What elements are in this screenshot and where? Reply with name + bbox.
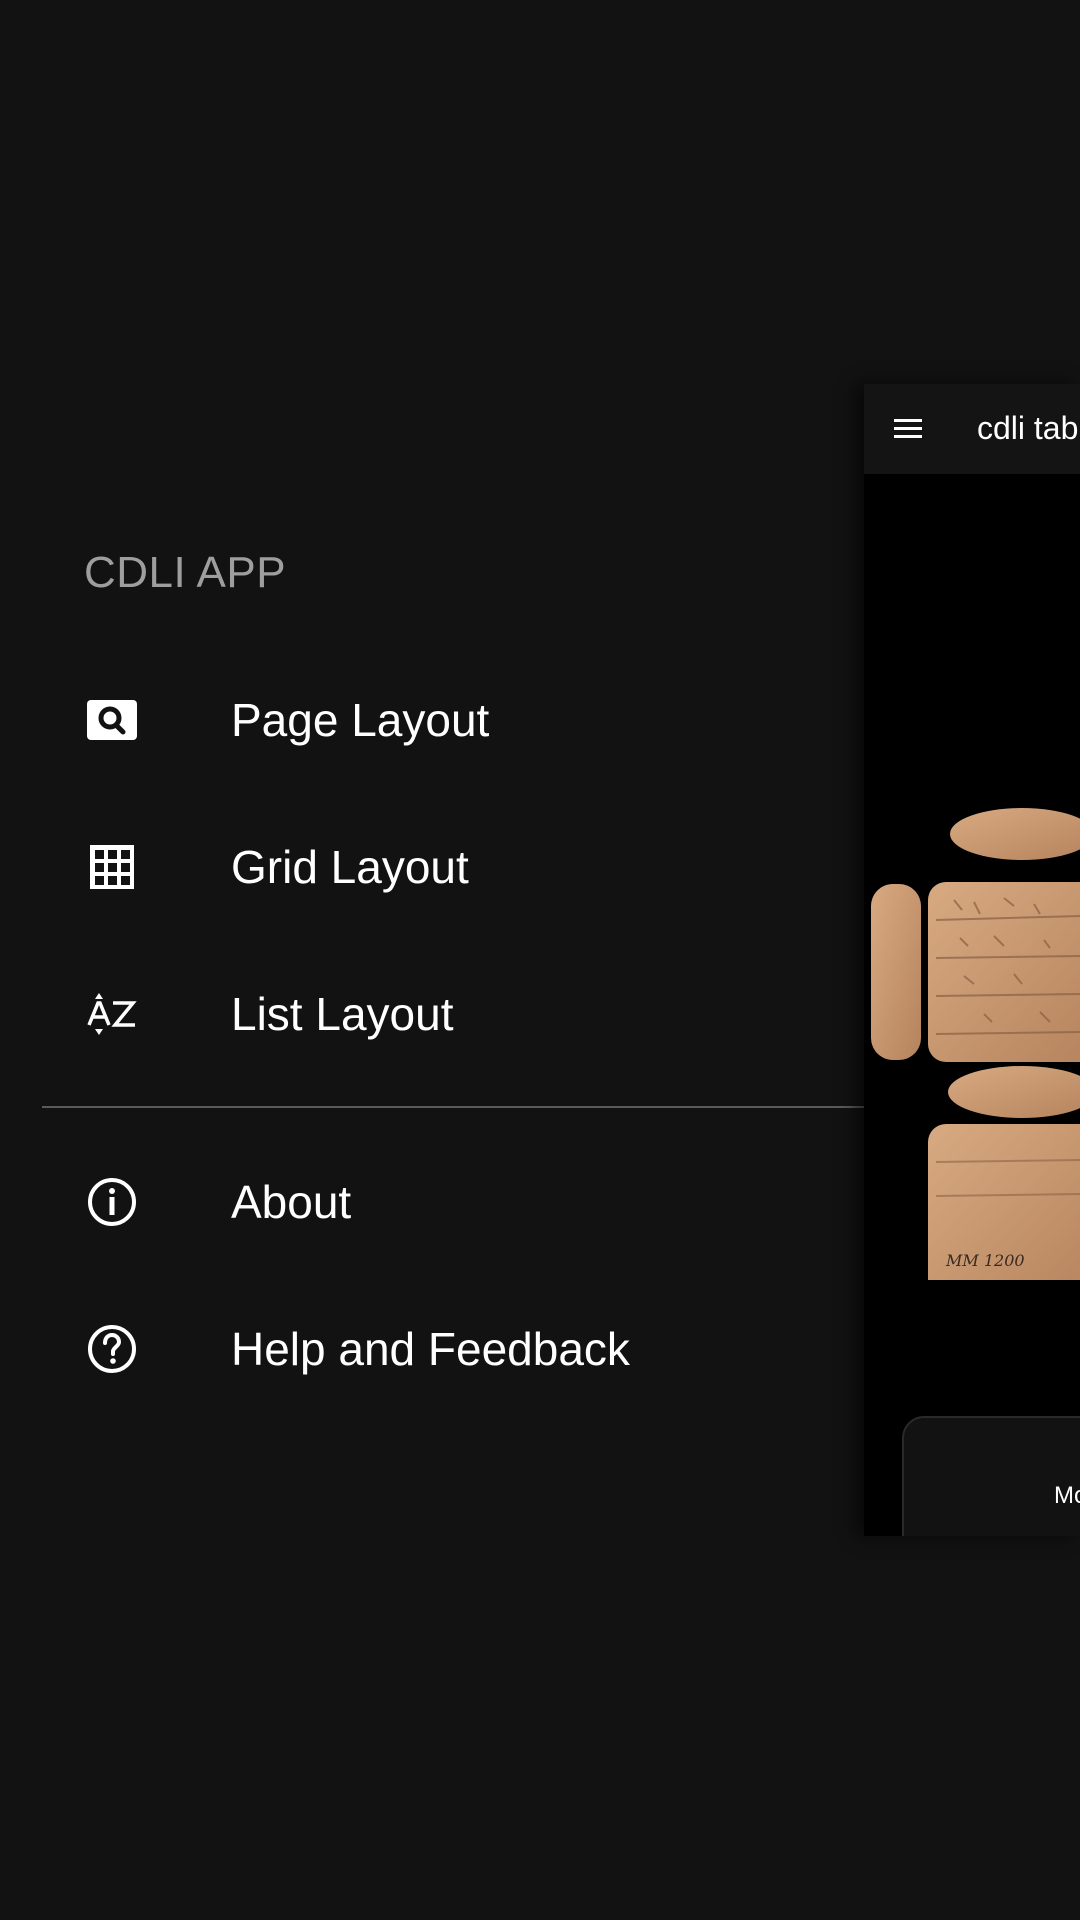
info-icon (84, 1174, 140, 1230)
cuneiform-tablet-image: MM 1200 (871, 808, 1080, 1280)
drawer-divider (42, 1106, 864, 1108)
drawer-item-page-layout[interactable]: Page Layout (0, 660, 864, 780)
app-bar-title: cdli tab (977, 410, 1079, 446)
help-icon (84, 1321, 140, 1377)
info-card-text: Mo (1054, 1482, 1080, 1509)
drawer-item-label: List Layout (231, 988, 454, 1040)
drawer-item-grid-layout[interactable]: Grid Layout (0, 807, 864, 927)
drawer-item-label: Page Layout (231, 694, 490, 746)
tablet-museum-number: MM 1200 (945, 1251, 1025, 1270)
app-bar: cdli tab (864, 384, 1080, 474)
drawer-item-list-layout[interactable]: List Layout (0, 954, 864, 1074)
drawer-item-label: Help and Feedback (231, 1323, 630, 1375)
navigation-drawer: CDLI APP Page Layout Grid Layout List La… (0, 0, 864, 1920)
drawer-item-help-feedback[interactable]: Help and Feedback (0, 1289, 864, 1409)
drawer-item-label: About (231, 1176, 352, 1228)
main-content-preview[interactable]: cdli tab MM 1200 Mo (864, 384, 1080, 1536)
drawer-item-about[interactable]: About (0, 1142, 864, 1262)
drawer-item-label: Grid Layout (231, 841, 469, 893)
info-card[interactable] (902, 1416, 1080, 1536)
drawer-header: CDLI APP (84, 548, 287, 597)
sort-alpha-icon (84, 986, 140, 1042)
grid-icon (84, 839, 140, 895)
menu-icon[interactable] (892, 414, 924, 444)
image-search-icon (84, 692, 140, 748)
